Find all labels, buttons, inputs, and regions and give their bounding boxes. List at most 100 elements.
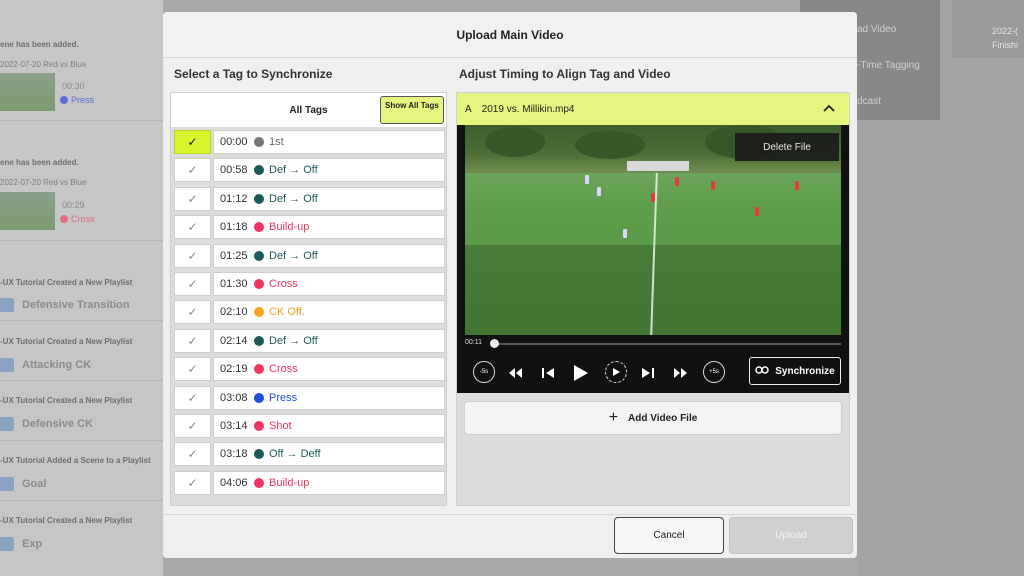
player — [675, 177, 679, 186]
player — [623, 229, 627, 238]
feed-time: 00:30 — [62, 81, 85, 91]
checkmark-icon[interactable]: ✓ — [174, 215, 211, 240]
checkmark-icon[interactable]: ✓ — [174, 414, 211, 438]
playlist-item[interactable]: Exp — [0, 537, 42, 551]
fast-forward-icon[interactable] — [673, 361, 689, 385]
all-tags-label: All Tags — [289, 104, 328, 116]
tag-time: 00:00 — [220, 136, 248, 148]
tag-time: 00:58 — [220, 164, 248, 177]
play-tag-icon[interactable] — [605, 361, 627, 383]
tag-time: 04:06 — [220, 476, 248, 489]
chevron-up-icon[interactable] — [823, 101, 835, 115]
tag-row[interactable]: ✓ 01:25 Def → Off — [174, 243, 445, 268]
checkmark-icon[interactable]: ✓ — [174, 442, 211, 467]
play-icon[interactable] — [571, 361, 589, 385]
tag-row[interactable]: ✓ 00:58 Def → Off — [174, 158, 445, 183]
checkmark-icon[interactable]: ✓ — [174, 357, 211, 382]
cancel-button[interactable]: Cancel — [614, 517, 724, 554]
tag-dot-icon — [254, 477, 264, 488]
playlist-notice: -UX Tutorial Created a New Playlist — [0, 278, 133, 287]
fast-rewind-icon[interactable] — [507, 361, 523, 385]
tag-item[interactable]: 00:58 Def → Off — [213, 158, 445, 183]
tag-dot-icon — [254, 137, 264, 147]
tag-item[interactable]: 03:18 Off → Deff — [213, 442, 445, 467]
card-status: Finishi — [992, 40, 1019, 50]
tag-item[interactable]: 01:12 Def → Off — [213, 186, 445, 211]
tag-dot-icon — [254, 449, 264, 460]
tag-row[interactable]: ✓ 01:18 Build-up — [174, 215, 445, 240]
left-section-title: Select a Tag to Synchronize — [174, 67, 333, 81]
link-icon — [755, 364, 770, 378]
tag-time: 01:30 — [220, 278, 248, 290]
rewind-5s-icon[interactable]: -5s — [473, 361, 495, 383]
seek-handle[interactable] — [490, 339, 499, 348]
tag-item[interactable]: 02:10 CK Off. — [213, 300, 445, 325]
add-video-file-button[interactable]: + Add Video File — [464, 401, 842, 435]
video-file-header[interactable]: A 2019 vs. Millikin.mp4 — [457, 93, 849, 125]
tag-row[interactable]: ✓ 02:19 Cross — [174, 357, 445, 382]
tag-row[interactable]: ✓ 01:30 Cross — [174, 272, 445, 296]
seek-bar[interactable] — [493, 343, 841, 345]
tag-row[interactable]: ✓ 02:10 CK Off. — [174, 300, 445, 325]
playlist-notice: -UX Tutorial Created a New Playlist — [0, 516, 133, 525]
player — [755, 207, 759, 216]
menu-item[interactable]: -Time Tagging — [857, 60, 920, 71]
tag-row[interactable]: ✓ 02:14 Def → Off — [174, 328, 445, 353]
tag-row[interactable]: ✓ 00:00 1st — [174, 130, 445, 154]
checkmark-icon[interactable]: ✓ — [174, 272, 211, 296]
tag-time: 02:19 — [220, 363, 248, 376]
video-player[interactable]: Delete File 00:11 -5s +5s Synchronize — [457, 125, 849, 393]
show-all-tags-button[interactable]: Show All Tags — [380, 96, 444, 124]
checkmark-icon[interactable]: ✓ — [174, 130, 211, 154]
step-forward-icon[interactable] — [641, 361, 655, 385]
feed-tag-label: Cross — [71, 214, 95, 224]
synchronize-button[interactable]: Synchronize — [749, 357, 841, 385]
tag-row[interactable]: ✓ 01:12 Def → Off — [174, 186, 445, 211]
tag-time: 02:14 — [220, 334, 248, 347]
playlist-item[interactable]: Attacking CK — [0, 358, 91, 372]
checkmark-icon[interactable]: ✓ — [174, 186, 211, 211]
upload-button[interactable]: Upload — [729, 517, 853, 554]
checkmark-icon[interactable]: ✓ — [174, 328, 211, 353]
tag-item[interactable]: 01:30 Cross — [213, 272, 445, 296]
tag-dot-icon — [254, 421, 264, 431]
playlist-icon — [0, 298, 14, 312]
player — [795, 181, 799, 190]
checkmark-icon[interactable]: ✓ — [174, 158, 211, 183]
menu-item[interactable]: ad Video — [857, 24, 896, 35]
step-back-icon[interactable] — [541, 361, 555, 385]
tag-row[interactable]: ✓ 03:14 Shot — [174, 414, 445, 438]
divider — [0, 440, 163, 441]
tag-list[interactable]: ✓ 00:00 1st ✓ 00:58 Def → Off ✓ 01:12 Def → Off ✓… — [174, 130, 445, 507]
playlist-item[interactable]: Defensive CK — [0, 417, 93, 431]
playlist-item[interactable]: Defensive Transition — [0, 298, 130, 312]
tag-dot-icon — [254, 222, 264, 233]
tag-item[interactable]: 03:14 Shot — [213, 414, 445, 438]
checkmark-icon[interactable]: ✓ — [174, 385, 211, 410]
tag-time: 01:18 — [220, 221, 248, 234]
tag-row[interactable]: ✓ 04:06 Build-up — [174, 470, 445, 495]
tag-item[interactable]: 02:14 Def → Off — [213, 328, 445, 353]
playlist-name: Defensive Transition — [22, 299, 130, 311]
playlist-item[interactable]: Goal — [0, 477, 46, 491]
tag-item[interactable]: 03:08 Press — [213, 385, 445, 410]
tag-item[interactable]: 01:18 Build-up — [213, 215, 445, 240]
forward-5s-icon[interactable]: +5s — [703, 361, 725, 383]
checkmark-icon[interactable]: ✓ — [174, 243, 211, 268]
file-name: 2019 vs. Millikin.mp4 — [481, 103, 575, 115]
checkmark-icon[interactable]: ✓ — [174, 470, 211, 495]
tag-label: 1st — [269, 136, 284, 148]
tag-item[interactable]: 01:25 Def → Off — [213, 243, 445, 268]
checkmark-icon[interactable]: ✓ — [174, 300, 211, 325]
tag-row[interactable]: ✓ 03:08 Press — [174, 385, 445, 410]
divider — [0, 380, 163, 381]
tag-item[interactable]: 02:19 Cross — [213, 357, 445, 382]
upload-main-video-modal: Upload Main Video Select a Tag to Synchr… — [163, 12, 857, 558]
delete-file-button[interactable]: Delete File — [735, 133, 839, 161]
tag-row[interactable]: ✓ 03:18 Off → Deff — [174, 442, 445, 467]
tag-item[interactable]: 04:06 Build-up — [213, 470, 445, 495]
tag-item[interactable]: 00:00 1st — [213, 130, 445, 154]
tag-label: CK Off. — [269, 306, 305, 319]
menu-item[interactable]: dcast — [857, 96, 881, 107]
tag-list-panel: All Tags Show All Tags ✓ 00:00 1st ✓ 00:58 De… — [170, 92, 447, 506]
